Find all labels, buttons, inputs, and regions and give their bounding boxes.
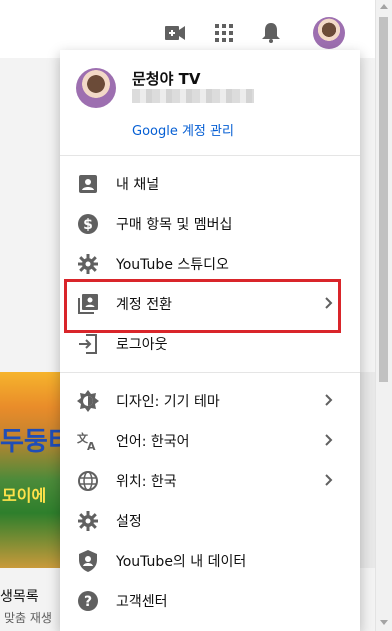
menu-item-label: 디자인: 기기 테마	[116, 394, 220, 410]
shield-person-icon	[76, 549, 100, 573]
menu-item-label: 구매 항목 및 멤버십	[116, 217, 233, 233]
menu-item-label: 위치: 한국	[116, 474, 177, 490]
dollar-circle-icon: $	[76, 212, 100, 236]
gear-icon	[76, 509, 100, 533]
account-menu: 문청야 TV Google 계정 관리 내 채널 $ 구매 항목 및 멤버십 Y…	[60, 50, 360, 631]
video-camera-icon[interactable]	[162, 20, 188, 46]
menu-item-label: 고객센터	[116, 594, 168, 610]
menu-item-label: YouTube의 내 데이터	[116, 554, 247, 570]
account-avatar[interactable]	[313, 17, 345, 49]
highlight-box	[64, 279, 341, 333]
menu-item-help[interactable]: ? 고객센터	[60, 581, 360, 621]
menu-item-settings[interactable]: 설정	[60, 501, 360, 541]
menu-item-label: 설정	[116, 514, 142, 530]
menu-item-purchases[interactable]: $ 구매 항목 및 멤버십	[60, 204, 360, 244]
chevron-right-icon	[325, 394, 333, 406]
apps-grid-icon[interactable]	[211, 20, 237, 46]
video-thumbnail[interactable]	[0, 372, 60, 568]
globe-icon	[76, 469, 100, 493]
scroll-up-arrow-icon[interactable]	[380, 4, 388, 9]
menu-item-theme[interactable]: 디자인: 기기 테마	[60, 381, 360, 421]
menu-item-label: 내 채널	[116, 177, 160, 193]
notifications-bell-icon[interactable]	[258, 20, 284, 46]
playlist-sublabel: 맞춤 재생	[4, 611, 52, 625]
menu-item-my-channel[interactable]: 내 채널	[60, 164, 360, 204]
menu-divider	[60, 372, 360, 373]
scroll-down-arrow-icon[interactable]	[380, 620, 388, 625]
scrollbar-thumb[interactable]	[379, 17, 388, 382]
menu-item-label: 로그아웃	[116, 337, 168, 353]
menu-item-language[interactable]: 文A 언어: 한국어	[60, 421, 360, 461]
svg-text:A: A	[87, 440, 96, 451]
manage-account-link[interactable]: Google 계정 관리	[132, 120, 234, 139]
logout-icon	[76, 332, 100, 356]
chevron-right-icon	[325, 434, 333, 446]
account-name: 문청야 TV	[132, 70, 201, 88]
help-icon: ?	[76, 589, 100, 613]
menu-item-location[interactable]: 위치: 한국	[60, 461, 360, 501]
menu-item-label: YouTube 스튜디오	[116, 257, 229, 273]
menu-item-studio[interactable]: YouTube 스튜디오	[60, 244, 360, 284]
menu-item-your-data[interactable]: YouTube의 내 데이터	[60, 541, 360, 581]
theme-icon	[76, 389, 100, 413]
account-email-redacted	[132, 89, 254, 103]
menu-item-label: 언어: 한국어	[116, 434, 190, 450]
account-box-icon	[76, 172, 100, 196]
playlist-label[interactable]: 생목록	[0, 586, 39, 606]
thumbnail-text-bottom: 모이에	[2, 486, 47, 505]
chevron-right-icon	[325, 474, 333, 486]
translate-icon: 文A	[76, 429, 100, 453]
account-avatar	[76, 68, 116, 108]
svg-text:?: ?	[84, 594, 92, 610]
gear-icon	[76, 252, 100, 276]
account-header: 문청야 TV Google 계정 관리	[60, 50, 360, 156]
svg-text:$: $	[83, 217, 93, 233]
